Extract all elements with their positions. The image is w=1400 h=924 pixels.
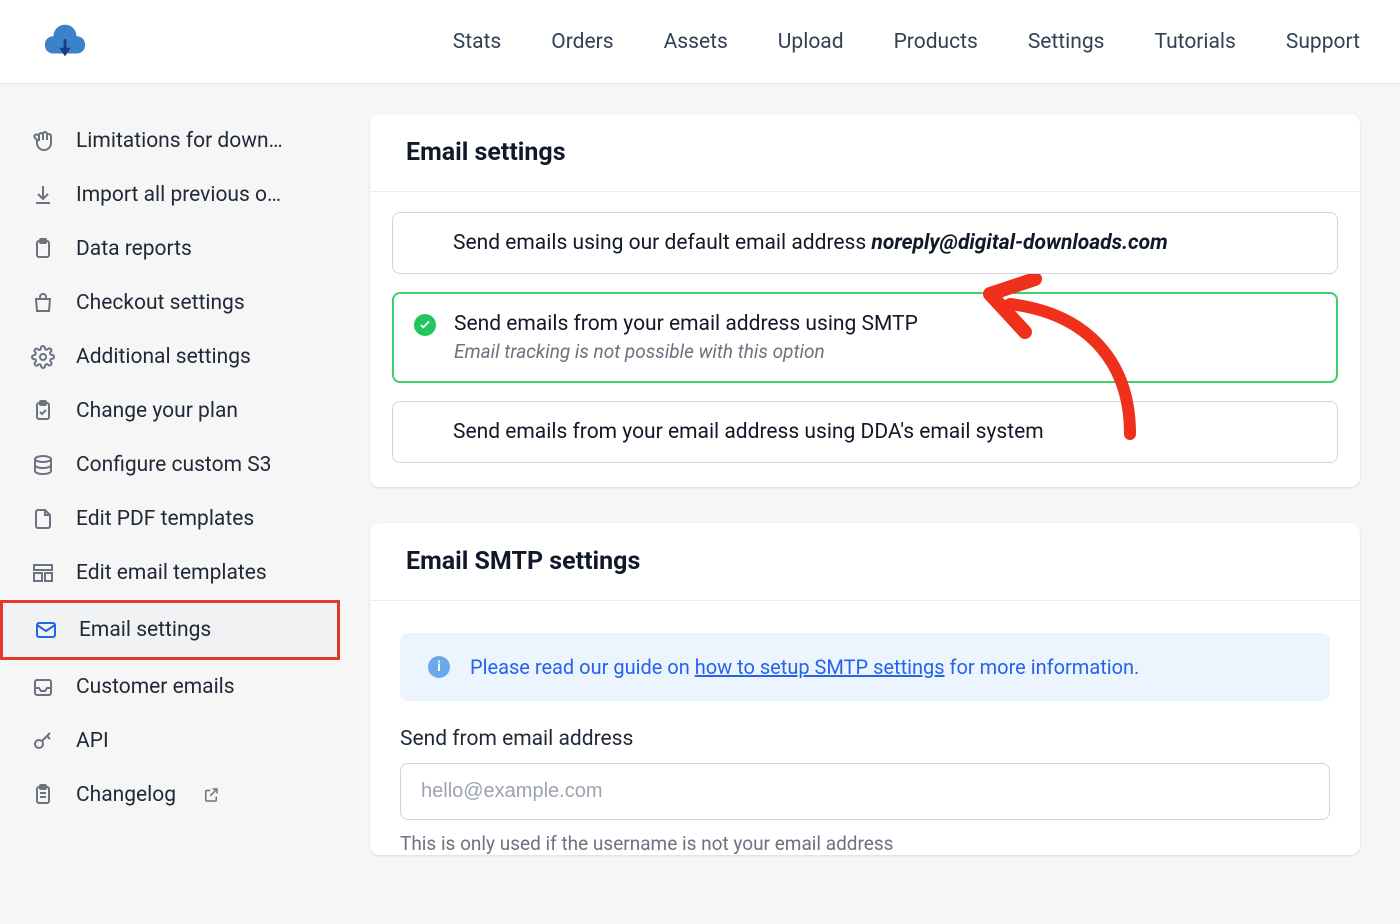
template-icon xyxy=(30,560,56,586)
envelope-icon xyxy=(33,617,59,643)
sidebar-item-label: Checkout settings xyxy=(76,291,245,315)
sidebar-item-label: Data reports xyxy=(76,237,192,261)
sidebar-item-email-settings[interactable]: Email settings xyxy=(0,600,340,660)
info-icon: i xyxy=(428,656,450,678)
info-text: Please read our guide on how to setup SM… xyxy=(470,655,1139,679)
main-content: Email settings Send emails using our def… xyxy=(340,84,1400,924)
sidebar-item-label: Changelog xyxy=(76,783,176,807)
nav-support[interactable]: Support xyxy=(1286,30,1360,54)
sidebar-item-label: Email settings xyxy=(79,618,211,642)
nav-products[interactable]: Products xyxy=(894,30,978,54)
option-subtitle: Email tracking is not possible with this… xyxy=(454,340,1312,363)
smtp-guide-link[interactable]: how to setup SMTP settings xyxy=(695,655,945,679)
option-title: Send emails using our default email addr… xyxy=(453,231,1313,255)
sidebar-item-label: Edit PDF templates xyxy=(76,507,254,531)
sidebar-item-checkout[interactable]: Checkout settings xyxy=(0,276,340,330)
check-icon xyxy=(414,314,436,336)
sidebar-item-import[interactable]: Import all previous o… xyxy=(0,168,340,222)
email-settings-card: Email settings Send emails using our def… xyxy=(370,114,1360,487)
sidebar-item-pdf-templates[interactable]: Edit PDF templates xyxy=(0,492,340,546)
sidebar-item-customer-emails[interactable]: Customer emails xyxy=(0,660,340,714)
inbox-icon xyxy=(30,674,56,700)
nav-orders[interactable]: Orders xyxy=(551,30,613,54)
email-option-smtp[interactable]: Send emails from your email address usin… xyxy=(392,292,1338,383)
send-from-label: Send from email address xyxy=(400,727,1330,751)
sidebar-item-label: Customer emails xyxy=(76,675,235,699)
file-icon xyxy=(30,506,56,532)
app-logo xyxy=(40,17,90,67)
sidebar-item-changelog[interactable]: Changelog xyxy=(0,768,340,822)
sidebar-item-limitations[interactable]: Limitations for down… xyxy=(0,114,340,168)
nav-stats[interactable]: Stats xyxy=(453,30,501,54)
sidebar-item-change-plan[interactable]: Change your plan xyxy=(0,384,340,438)
email-option-default[interactable]: Send emails using our default email addr… xyxy=(392,212,1338,274)
sidebar-item-data-reports[interactable]: Data reports xyxy=(0,222,340,276)
smtp-settings-title: Email SMTP settings xyxy=(370,523,1360,601)
sidebar: Limitations for down… Import all previou… xyxy=(0,84,340,924)
top-navigation: Stats Orders Assets Upload Products Sett… xyxy=(453,30,1360,54)
sidebar-item-email-templates[interactable]: Edit email templates xyxy=(0,546,340,600)
info-banner: i Please read our guide on how to setup … xyxy=(400,633,1330,701)
sidebar-item-label: Limitations for down… xyxy=(76,129,283,153)
key-icon xyxy=(30,728,56,754)
option-title: Send emails from your email address usin… xyxy=(453,420,1313,444)
external-link-icon xyxy=(202,786,220,804)
shopping-bag-icon xyxy=(30,290,56,316)
clipboard-icon xyxy=(30,236,56,262)
sidebar-item-additional[interactable]: Additional settings xyxy=(0,330,340,384)
sidebar-item-custom-s3[interactable]: Configure custom S3 xyxy=(0,438,340,492)
sidebar-item-label: Edit email templates xyxy=(76,561,267,585)
smtp-settings-card: Email SMTP settings i Please read our gu… xyxy=(370,523,1360,855)
sidebar-item-api[interactable]: API xyxy=(0,714,340,768)
database-icon xyxy=(30,452,56,478)
sidebar-item-label: Change your plan xyxy=(76,399,238,423)
send-from-input[interactable] xyxy=(400,763,1330,820)
sidebar-item-label: API xyxy=(76,729,109,753)
topbar: Stats Orders Assets Upload Products Sett… xyxy=(0,0,1400,84)
nav-assets[interactable]: Assets xyxy=(664,30,728,54)
hand-icon xyxy=(30,128,56,154)
clipboard-list-icon xyxy=(30,782,56,808)
option-title: Send emails from your email address usin… xyxy=(454,312,1312,336)
nav-upload[interactable]: Upload xyxy=(778,30,844,54)
email-option-dda[interactable]: Send emails from your email address usin… xyxy=(392,401,1338,463)
download-icon xyxy=(30,182,56,208)
sidebar-item-label: Configure custom S3 xyxy=(76,453,271,477)
sidebar-item-label: Additional settings xyxy=(76,345,251,369)
clipboard-check-icon xyxy=(30,398,56,424)
nav-tutorials[interactable]: Tutorials xyxy=(1155,30,1236,54)
gear-icon xyxy=(30,344,56,370)
send-from-help: This is only used if the username is not… xyxy=(400,832,1330,855)
nav-settings[interactable]: Settings xyxy=(1028,30,1105,54)
sidebar-item-label: Import all previous o… xyxy=(76,183,281,207)
email-settings-title: Email settings xyxy=(370,114,1360,192)
